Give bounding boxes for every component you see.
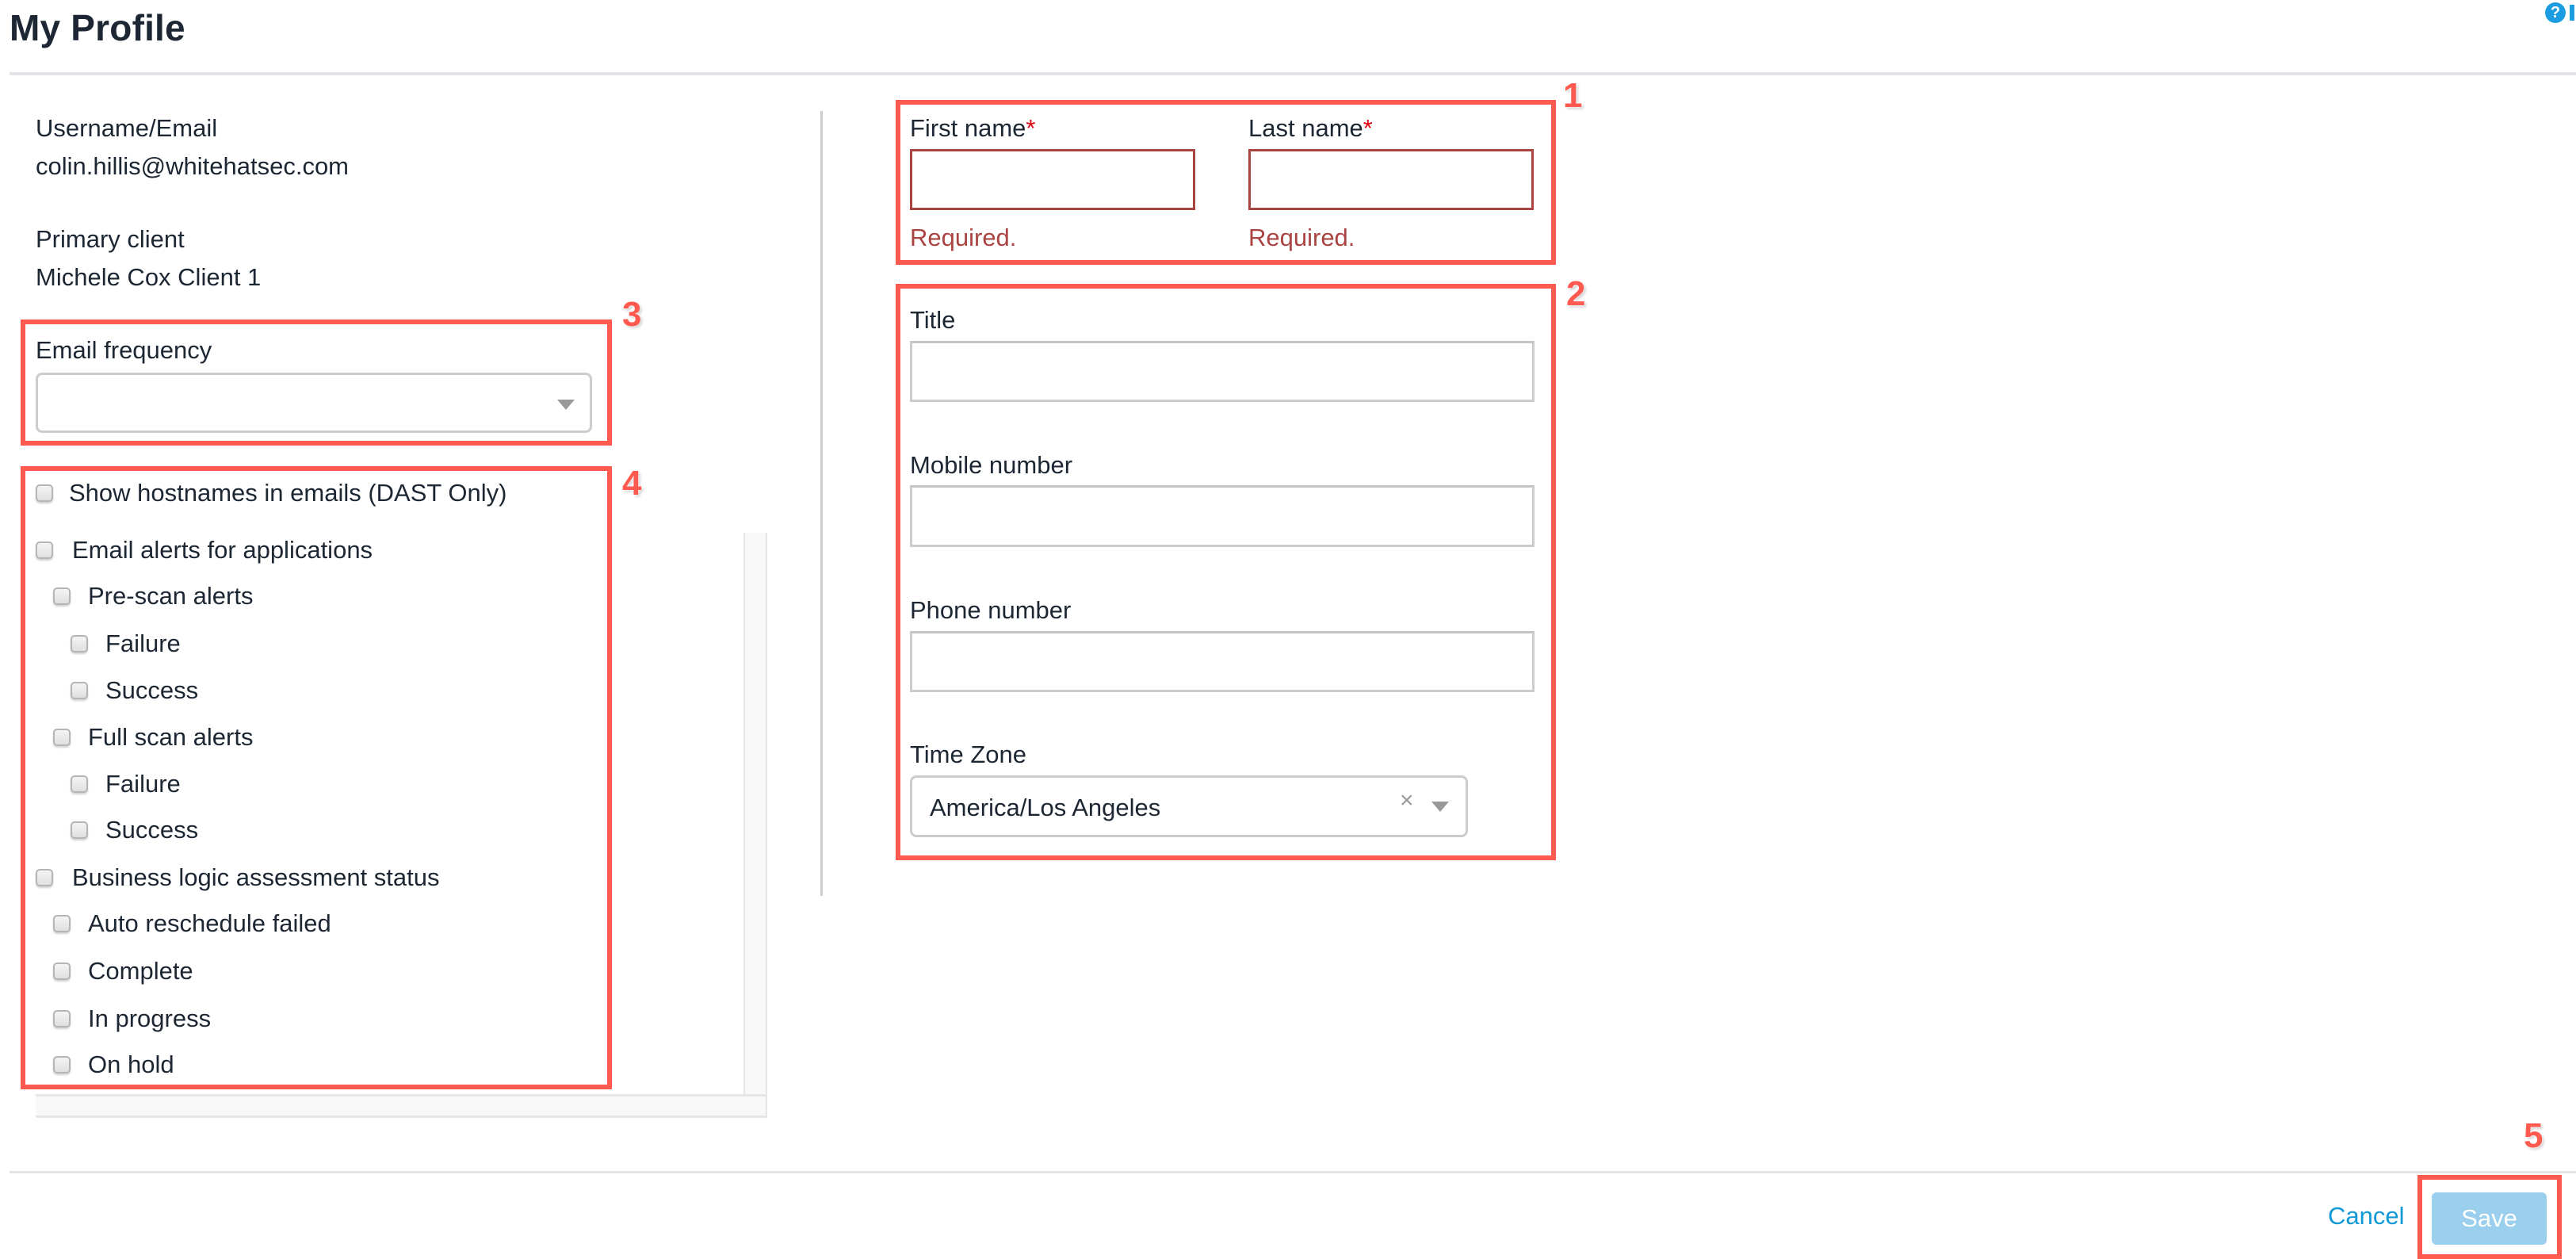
checkbox-label: Complete: [88, 957, 193, 985]
last-name-input[interactable]: [1248, 149, 1534, 210]
checkbox[interactable]: [71, 682, 88, 699]
checkbox[interactable]: [53, 1056, 71, 1073]
username-value: colin.hillis@whitehatsec.com: [36, 152, 350, 180]
annotation-label-1: 1: [1563, 76, 1583, 115]
horizontal-scrollbar[interactable]: [36, 1094, 767, 1118]
annotation-label-3: 3: [622, 295, 642, 334]
checkbox[interactable]: [53, 1010, 71, 1027]
checkbox-label: Success: [105, 816, 199, 844]
checkbox[interactable]: [53, 729, 71, 746]
checkbox[interactable]: [71, 775, 88, 793]
notification-checkbox-row[interactable]: In progress: [53, 1003, 211, 1035]
checkbox-label: Auto reschedule failed: [88, 909, 331, 937]
notification-checkbox-row[interactable]: Complete: [53, 955, 193, 987]
username-label: Username/Email: [36, 114, 218, 142]
first-name-input[interactable]: [910, 149, 1195, 210]
chevron-down-icon[interactable]: [1431, 802, 1449, 812]
notification-checkbox-row[interactable]: On hold: [53, 1049, 174, 1081]
annotation-label-5: 5: [2524, 1116, 2544, 1155]
checkbox-label: On hold: [88, 1050, 174, 1078]
phone-number-label: Phone number: [910, 596, 1072, 624]
save-button[interactable]: Save: [2432, 1192, 2547, 1245]
checkbox-label: Success: [105, 676, 199, 704]
email-frequency-label: Email frequency: [36, 336, 212, 364]
notification-checkbox-row[interactable]: Failure: [71, 628, 181, 660]
required-asterisk: *: [1026, 114, 1036, 142]
header-divider: [10, 72, 2576, 75]
checkbox-label: Email alerts for applications: [72, 536, 373, 564]
checkbox[interactable]: [36, 541, 53, 559]
required-asterisk: *: [1363, 114, 1373, 142]
first-name-error: Required.: [910, 224, 1017, 251]
help-bar-clipped: [2570, 5, 2574, 21]
checkbox[interactable]: [71, 821, 88, 839]
notification-checkbox-row[interactable]: Full scan alerts: [53, 721, 253, 753]
title-input[interactable]: [910, 341, 1535, 402]
last-name-error: Required.: [1248, 224, 1355, 251]
notification-checkbox-row[interactable]: Pre-scan alerts: [53, 580, 253, 612]
primary-client-value: Michele Cox Client 1: [36, 263, 262, 291]
annotation-label-2: 2: [1566, 274, 1586, 313]
title-label: Title: [910, 306, 956, 334]
notification-checkbox-row[interactable]: Failure: [71, 768, 181, 800]
checkbox-label: Failure: [105, 630, 181, 657]
notification-checkbox-row[interactable]: Success: [71, 814, 198, 846]
first-name-label: First name*: [910, 114, 1036, 143]
time-zone-label: Time Zone: [910, 740, 1027, 768]
checkbox-label: Failure: [105, 770, 181, 798]
checkbox[interactable]: [36, 869, 53, 886]
checkbox-label: In progress: [88, 1005, 212, 1032]
notification-checkbox-row[interactable]: Email alerts for applications: [36, 534, 373, 566]
last-name-label: Last name*: [1248, 114, 1373, 143]
checkbox[interactable]: [53, 587, 71, 605]
checkbox-label: Business logic assessment status: [72, 863, 440, 891]
checkbox-label: Show hostnames in emails (DAST Only): [69, 479, 507, 507]
time-zone-select[interactable]: America/Los Angeles ×: [910, 775, 1468, 837]
notification-checkbox-row[interactable]: Business logic assessment status: [36, 862, 440, 894]
chevron-down-icon: [557, 400, 575, 410]
clear-icon[interactable]: ×: [1400, 787, 1414, 814]
time-zone-value: America/Los Angeles: [930, 794, 1161, 821]
column-divider: [820, 111, 823, 896]
primary-client-label: Primary client: [36, 225, 185, 253]
vertical-scrollbar[interactable]: [743, 533, 767, 1094]
annotation-label-4: 4: [622, 464, 642, 503]
page-title: My Profile: [10, 7, 185, 48]
cancel-button[interactable]: Cancel: [2328, 1202, 2405, 1230]
checkbox[interactable]: [71, 635, 88, 652]
mobile-number-label: Mobile number: [910, 451, 1073, 479]
notification-checkbox-row[interactable]: Auto reschedule failed: [53, 908, 331, 939]
checkbox-label: Pre-scan alerts: [88, 582, 254, 610]
email-frequency-select[interactable]: [36, 373, 592, 433]
phone-number-input[interactable]: [910, 631, 1535, 692]
first-name-label-text: First name: [910, 114, 1026, 142]
checkbox[interactable]: [53, 915, 71, 932]
last-name-label-text: Last name: [1248, 114, 1363, 142]
footer-divider: [10, 1171, 2576, 1173]
checkbox[interactable]: [53, 962, 71, 980]
mobile-number-input[interactable]: [910, 485, 1535, 547]
question-circle-icon[interactable]: ?: [2545, 2, 2566, 23]
notification-checkbox-row[interactable]: Show hostnames in emails (DAST Only): [36, 477, 506, 509]
checkbox-label: Full scan alerts: [88, 723, 254, 751]
checkbox[interactable]: [36, 484, 53, 502]
notification-checkbox-row[interactable]: Success: [71, 675, 198, 706]
